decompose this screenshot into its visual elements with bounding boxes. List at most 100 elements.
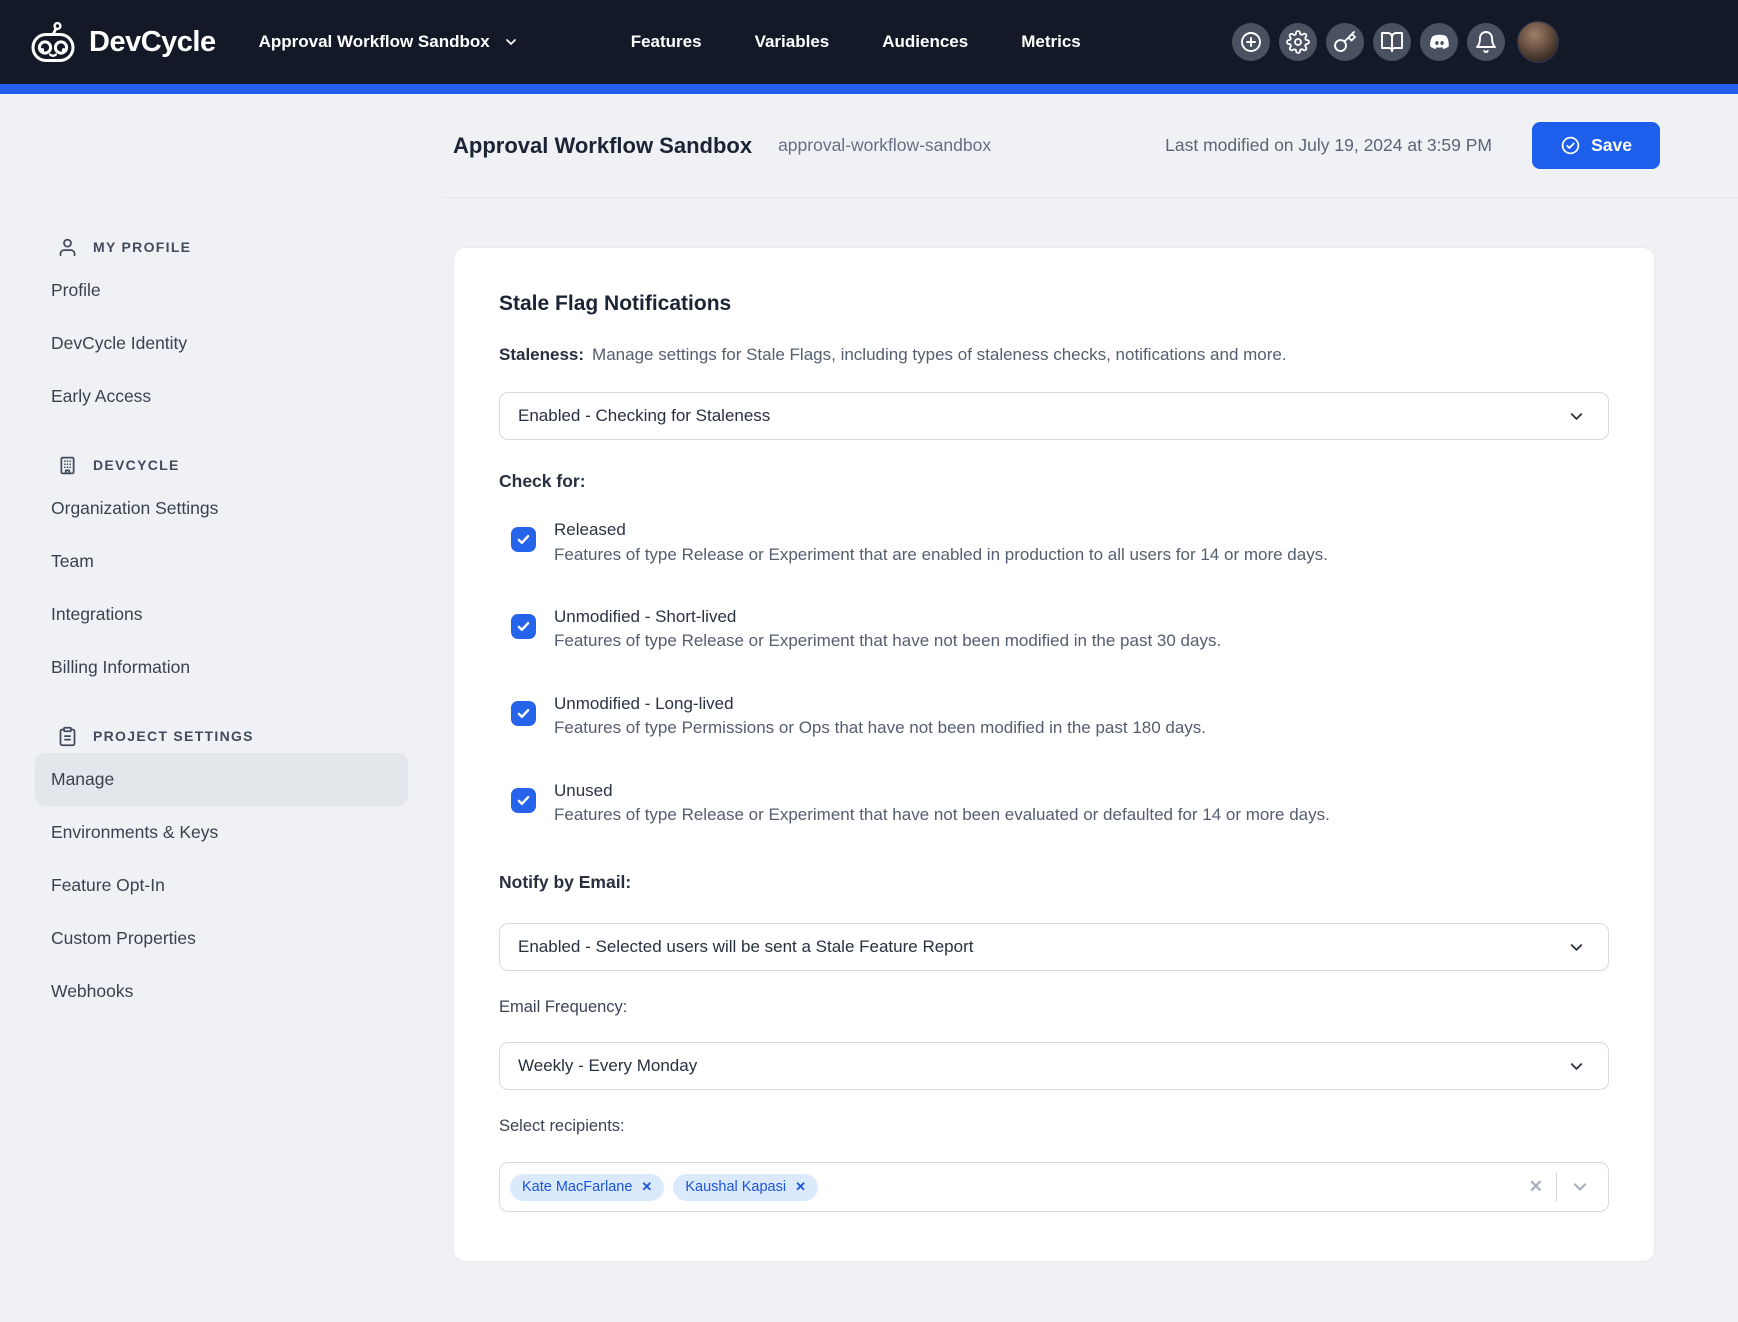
sidebar-section-title: PROJECT SETTINGS bbox=[93, 728, 254, 744]
plus-circle-icon bbox=[1239, 30, 1263, 54]
top-navbar: DevCycle Approval Workflow Sandbox Featu… bbox=[0, 0, 1738, 84]
sidebar-section-devcycle: DEVCYCLE Organization Settings Team Inte… bbox=[35, 453, 408, 694]
bell-icon bbox=[1474, 30, 1498, 54]
recipient-chip-kaushal-kapasi: Kaushal Kapasi ✕ bbox=[673, 1174, 818, 1201]
stale-flag-notifications-card: Stale Flag Notifications Staleness: Manag… bbox=[453, 247, 1655, 1262]
sidebar-item-custom-properties[interactable]: Custom Properties bbox=[35, 912, 408, 965]
check-description: Features of type Release or Experiment t… bbox=[554, 631, 1221, 651]
discord-icon bbox=[1427, 30, 1452, 55]
building-icon bbox=[57, 455, 78, 476]
chevron-down-icon bbox=[1567, 938, 1586, 957]
api-keys-button[interactable] bbox=[1326, 23, 1364, 61]
notifications-button[interactable] bbox=[1467, 23, 1505, 61]
check-row-unused: Unused Features of type Release or Exper… bbox=[499, 781, 1609, 826]
notify-select-value: Enabled - Selected users will be sent a … bbox=[518, 937, 973, 957]
key-icon bbox=[1333, 30, 1357, 54]
sidebar-section-header: DEVCYCLE bbox=[57, 453, 408, 477]
recipient-name: Kate MacFarlane bbox=[522, 1179, 632, 1195]
control-divider bbox=[1556, 1172, 1557, 1202]
book-open-icon bbox=[1380, 30, 1404, 54]
save-button-label: Save bbox=[1591, 135, 1632, 156]
unmodified-long-lived-checkbox[interactable] bbox=[511, 701, 536, 726]
notify-by-email-select[interactable]: Enabled - Selected users will be sent a … bbox=[499, 923, 1609, 971]
nav-link-metrics[interactable]: Metrics bbox=[1021, 32, 1081, 52]
page-title: Approval Workflow Sandbox bbox=[453, 133, 752, 159]
sidebar-item-billing-information[interactable]: Billing Information bbox=[35, 641, 408, 694]
sidebar-item-feature-opt-in[interactable]: Feature Opt-In bbox=[35, 859, 408, 912]
notify-by-email-label: Notify by Email: bbox=[499, 872, 1609, 893]
sidebar-item-early-access[interactable]: Early Access bbox=[35, 370, 408, 423]
navbar-icon-group bbox=[1232, 21, 1559, 63]
nav-link-variables[interactable]: Variables bbox=[755, 32, 830, 52]
sidebar-item-profile[interactable]: Profile bbox=[35, 264, 408, 317]
chevron-down-icon bbox=[503, 34, 519, 50]
save-button[interactable]: Save bbox=[1532, 122, 1660, 169]
sidebar-section-title: DEVCYCLE bbox=[93, 457, 180, 473]
chevron-down-icon[interactable] bbox=[1570, 1177, 1590, 1197]
person-icon bbox=[57, 237, 78, 258]
email-frequency-label: Email Frequency: bbox=[499, 998, 1609, 1017]
sidebar-section-my-profile: MY PROFILE Profile DevCycle Identity Ear… bbox=[35, 235, 408, 423]
staleness-select-value: Enabled - Checking for Staleness bbox=[518, 406, 770, 426]
page-header: Approval Workflow Sandbox approval-workf… bbox=[442, 94, 1738, 198]
staleness-description: Manage settings for Stale Flags, includi… bbox=[592, 345, 1287, 364]
discord-button[interactable] bbox=[1420, 23, 1458, 61]
card-title: Stale Flag Notifications bbox=[499, 292, 1609, 316]
main-content: Stale Flag Notifications Staleness: Manag… bbox=[442, 198, 1738, 1322]
staleness-label: Staleness: bbox=[499, 345, 584, 364]
released-checkbox[interactable] bbox=[511, 527, 536, 552]
last-modified-text: Last modified on July 19, 2024 at 3:59 P… bbox=[1165, 135, 1492, 156]
sidebar-section-header: PROJECT SETTINGS bbox=[57, 724, 408, 748]
check-circle-icon bbox=[1560, 135, 1581, 156]
docs-button[interactable] bbox=[1373, 23, 1411, 61]
clipboard-icon bbox=[57, 726, 78, 747]
unused-checkbox[interactable] bbox=[511, 788, 536, 813]
gear-icon bbox=[1286, 30, 1310, 54]
email-frequency-select[interactable]: Weekly - Every Monday bbox=[499, 1042, 1609, 1090]
check-row-unmodified-long-lived: Unmodified - Long-lived Features of type… bbox=[499, 694, 1609, 739]
chevron-down-icon bbox=[1567, 407, 1586, 426]
nav-link-audiences[interactable]: Audiences bbox=[882, 32, 968, 52]
page-slug: approval-workflow-sandbox bbox=[778, 135, 991, 156]
nav-link-features[interactable]: Features bbox=[631, 32, 702, 52]
staleness-description-line: Staleness: Manage settings for Stale Flag… bbox=[499, 344, 1609, 365]
create-button[interactable] bbox=[1232, 23, 1270, 61]
recipients-multiselect[interactable]: Kate MacFarlane ✕ Kaushal Kapasi ✕ ✕ bbox=[499, 1162, 1609, 1212]
devcycle-logo[interactable]: DevCycle bbox=[30, 21, 216, 63]
sidebar-item-environments-keys[interactable]: Environments & Keys bbox=[35, 806, 408, 859]
recipient-name: Kaushal Kapasi bbox=[685, 1179, 786, 1195]
select-recipients-label: Select recipients: bbox=[499, 1117, 1609, 1136]
sidebar-section-title: MY PROFILE bbox=[93, 239, 191, 255]
primary-nav: Features Variables Audiences Metrics bbox=[631, 32, 1081, 52]
project-selector-dropdown[interactable]: Approval Workflow Sandbox bbox=[259, 32, 519, 52]
check-row-unmodified-short-lived: Unmodified - Short-lived Features of typ… bbox=[499, 607, 1609, 652]
settings-button[interactable] bbox=[1279, 23, 1317, 61]
settings-sidebar: MY PROFILE Profile DevCycle Identity Ear… bbox=[0, 198, 442, 1048]
staleness-select[interactable]: Enabled - Checking for Staleness bbox=[499, 392, 1609, 440]
sidebar-section-header: MY PROFILE bbox=[57, 235, 408, 259]
check-label: Unmodified - Long-lived bbox=[554, 694, 1206, 714]
remove-recipient-icon[interactable]: ✕ bbox=[641, 1179, 652, 1195]
user-avatar[interactable] bbox=[1517, 21, 1559, 63]
chevron-down-icon bbox=[1567, 1057, 1586, 1076]
sidebar-item-team[interactable]: Team bbox=[35, 535, 408, 588]
check-label: Unmodified - Short-lived bbox=[554, 607, 1221, 627]
frequency-select-value: Weekly - Every Monday bbox=[518, 1056, 697, 1076]
remove-recipient-icon[interactable]: ✕ bbox=[795, 1179, 806, 1195]
unmodified-short-lived-checkbox[interactable] bbox=[511, 614, 536, 639]
sidebar-item-manage[interactable]: Manage bbox=[35, 753, 408, 806]
brand-name: DevCycle bbox=[89, 26, 216, 59]
recipient-chip-kate-macfarlane: Kate MacFarlane ✕ bbox=[510, 1174, 664, 1201]
accent-strip bbox=[0, 84, 1738, 94]
multiselect-controls: ✕ bbox=[1529, 1172, 1590, 1202]
sidebar-item-webhooks[interactable]: Webhooks bbox=[35, 965, 408, 1018]
sidebar-item-organization-settings[interactable]: Organization Settings bbox=[35, 482, 408, 535]
check-description: Features of type Release or Experiment t… bbox=[554, 805, 1330, 825]
sidebar-item-integrations[interactable]: Integrations bbox=[35, 588, 408, 641]
clear-all-icon[interactable]: ✕ bbox=[1529, 1177, 1543, 1197]
sidebar-section-project-settings: PROJECT SETTINGS Manage Environments & K… bbox=[35, 724, 408, 1018]
sidebar-item-devcycle-identity[interactable]: DevCycle Identity bbox=[35, 317, 408, 370]
check-description: Features of type Release or Experiment t… bbox=[554, 545, 1328, 565]
check-label: Released bbox=[554, 520, 1328, 540]
project-selector-label: Approval Workflow Sandbox bbox=[259, 32, 490, 52]
